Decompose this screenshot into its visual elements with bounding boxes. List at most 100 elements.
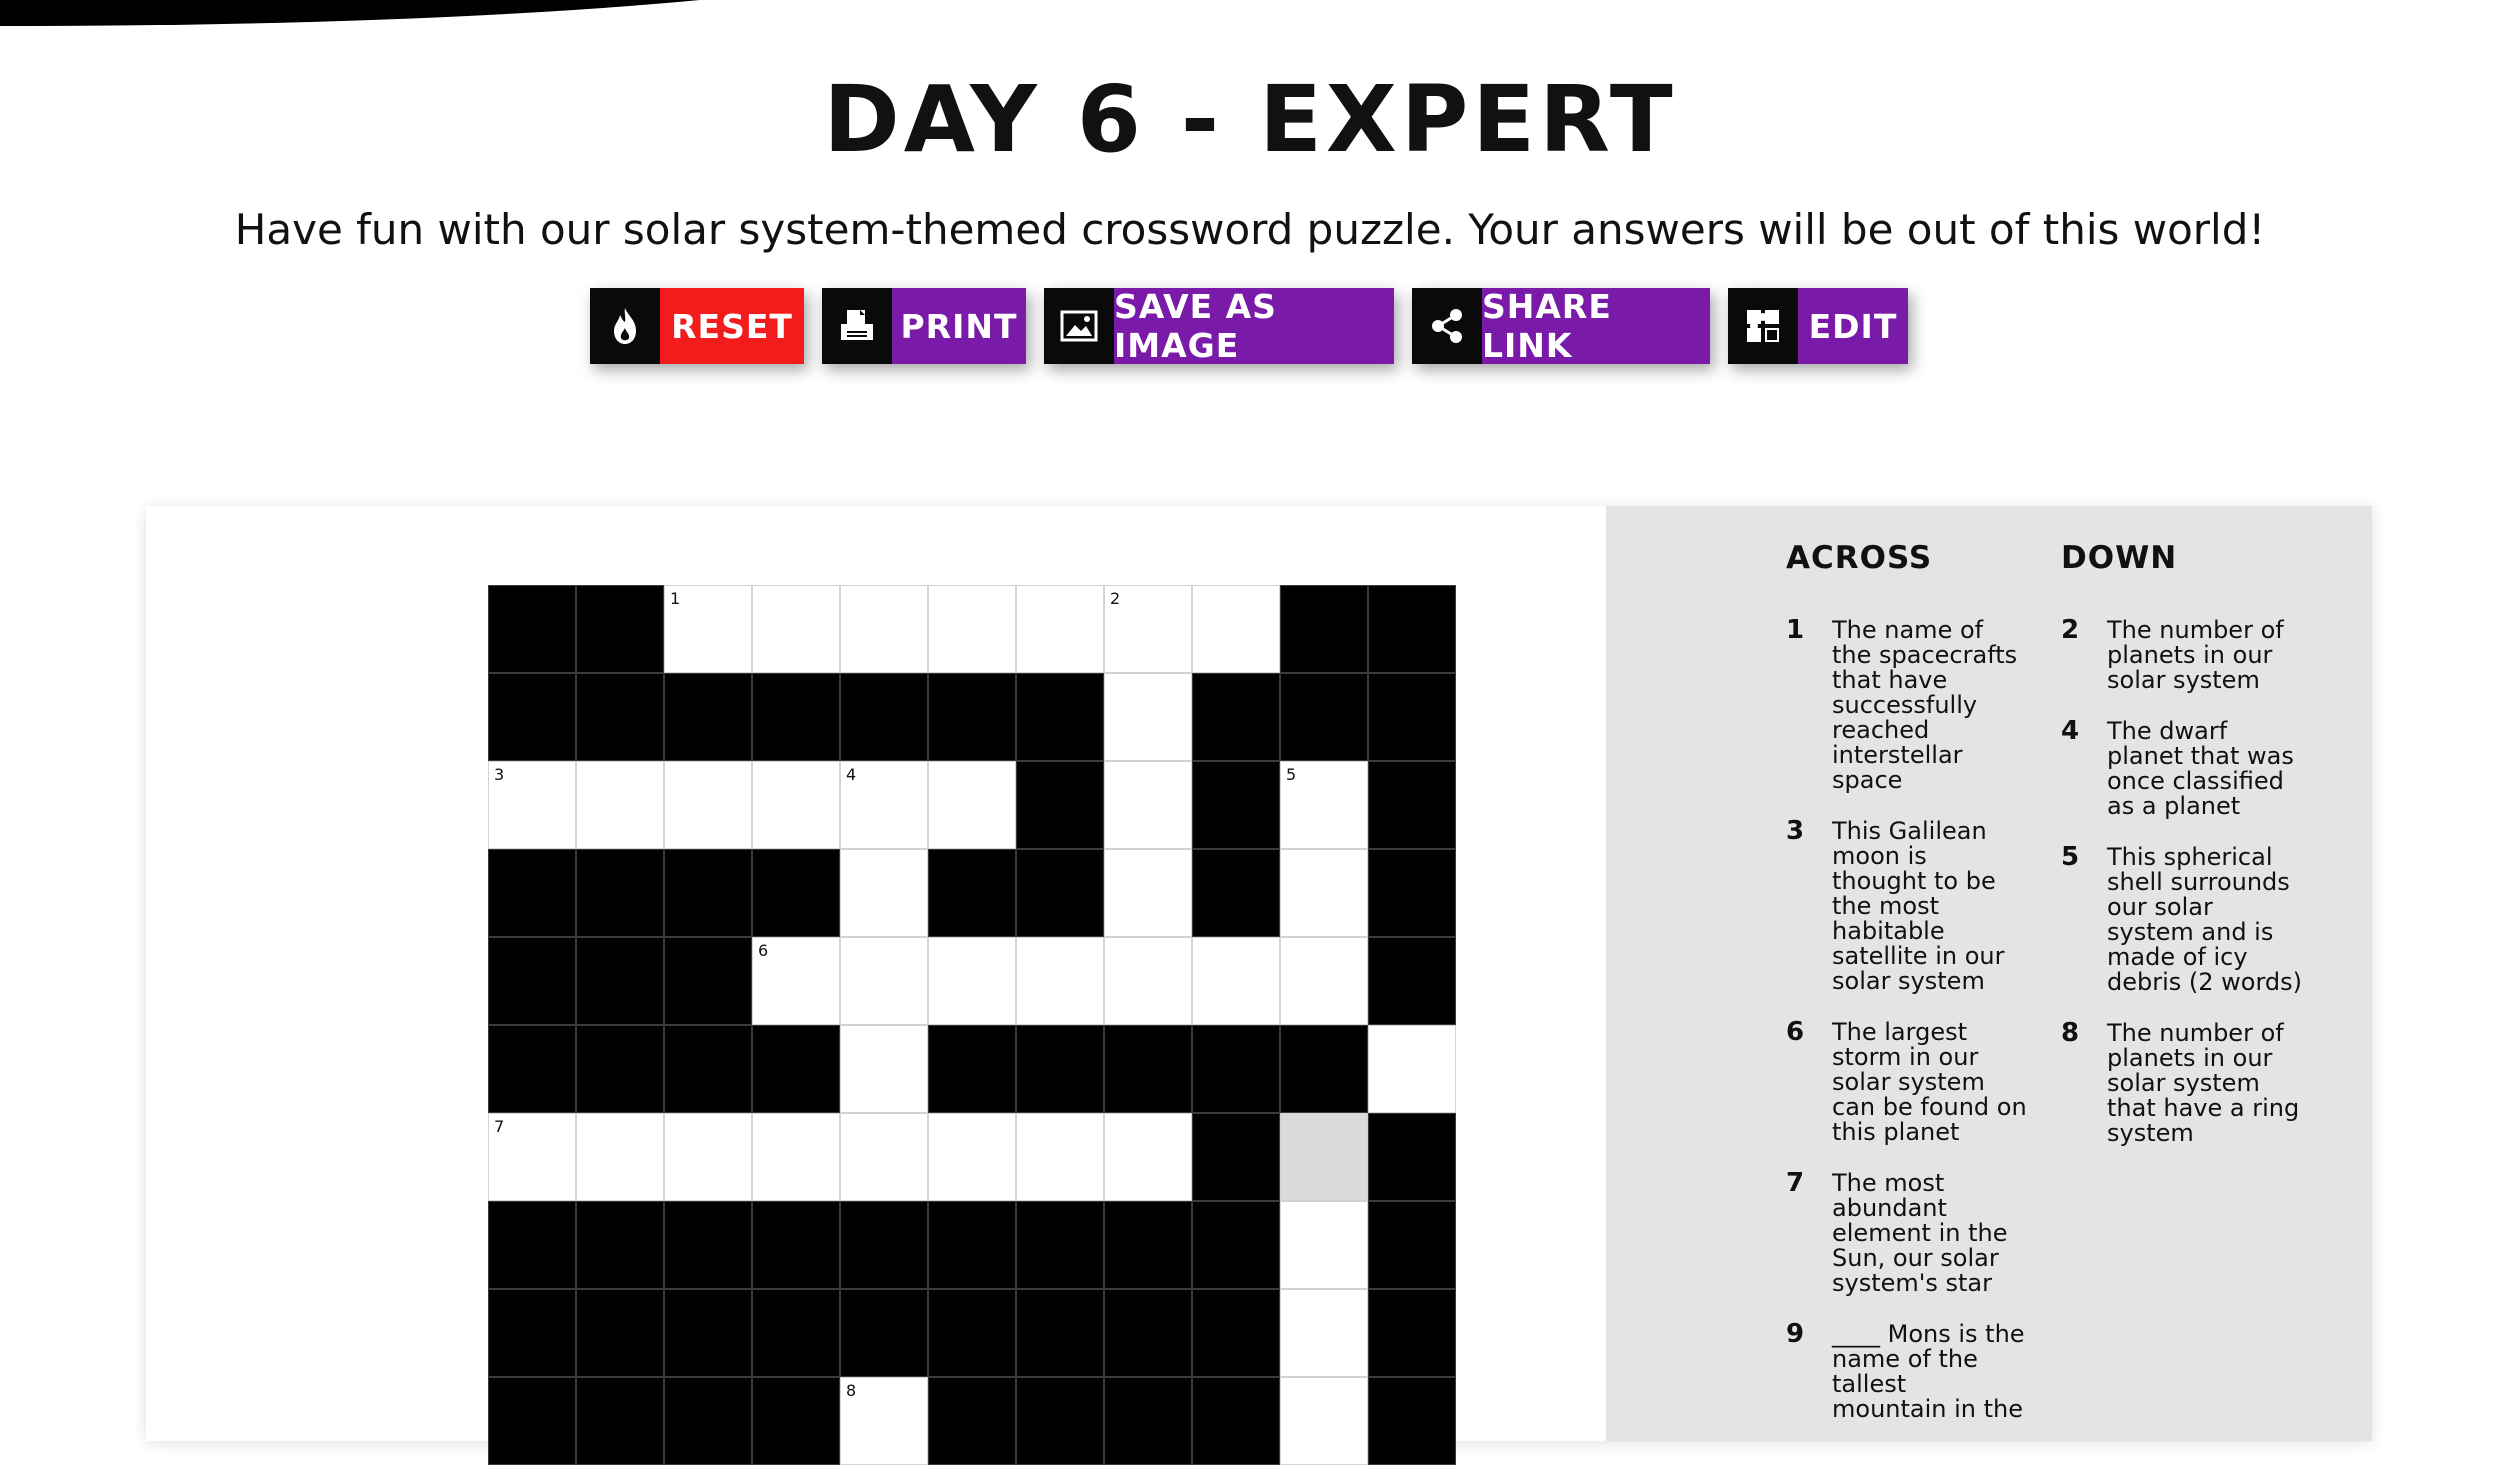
grid-cell-blocked (664, 1025, 752, 1113)
grid-cell[interactable] (1104, 849, 1192, 937)
clue-number: 5 (2061, 842, 2080, 872)
edit-button[interactable]: EDIT (1728, 288, 1908, 364)
clue-number: 8 (846, 1381, 857, 1400)
grid-cell-blocked (1368, 761, 1456, 849)
grid-cell-blocked (576, 673, 664, 761)
grid-cell[interactable] (1104, 1113, 1192, 1201)
clue-number: 4 (2061, 716, 2080, 746)
grid-cell[interactable] (928, 937, 1016, 1025)
save-as-image-button[interactable]: SAVE AS IMAGE (1044, 287, 1394, 365)
grid-cell-blocked (1368, 937, 1456, 1025)
grid-cell[interactable] (1280, 937, 1368, 1025)
grid-cell[interactable]: 6 (752, 937, 840, 1025)
grid-cell[interactable] (664, 761, 752, 849)
grid-cell[interactable]: 5 (1280, 761, 1368, 849)
edit-label: EDIT (1798, 288, 1908, 364)
grid-cell[interactable] (1280, 1201, 1368, 1289)
grid-cell[interactable] (752, 1113, 840, 1201)
grid-cell[interactable] (1368, 1025, 1456, 1113)
grid-cell-blocked (488, 585, 576, 673)
clues-panel: ACROSS 1 The name of the spacecrafts that… (1606, 506, 2372, 1441)
grid-cell-blocked (1280, 585, 1368, 673)
grid-cell-blocked (752, 1377, 840, 1465)
save-as-image-label: SAVE AS IMAGE (1114, 287, 1394, 365)
grid-cell-blocked (752, 1025, 840, 1113)
grid-cell[interactable] (928, 761, 1016, 849)
grid-cell[interactable]: 2 (1104, 585, 1192, 673)
clue-number: 1 (1786, 615, 1805, 645)
down-clue[interactable]: 5 This spherical shell surrounds our sola… (2061, 842, 2303, 995)
across-clue[interactable]: 9 ____ Mons is the name of the tallest mo… (1786, 1320, 2028, 1423)
grid-cell[interactable] (1280, 849, 1368, 937)
across-clue[interactable]: 3 This Galilean moon is thought to be the… (1786, 816, 2028, 994)
grid-cell[interactable]: 3 (488, 761, 576, 849)
toolbar: RESET PRINT SAVE AS IMAGE SHARE LINK EDI… (0, 287, 2500, 365)
down-clue[interactable]: 4 The dwarf planet that was once classifi… (2061, 716, 2303, 819)
reset-button[interactable]: RESET (590, 288, 804, 364)
share-link-button[interactable]: SHARE LINK (1412, 287, 1710, 365)
grid-cell[interactable]: 4 (840, 761, 928, 849)
print-button[interactable]: PRINT (822, 288, 1026, 364)
grid-cell[interactable] (1016, 585, 1104, 673)
clue-number: 1 (670, 589, 681, 608)
clue-number: 7 (494, 1117, 505, 1136)
grid-cell-blocked (1192, 761, 1280, 849)
down-clue[interactable]: 8 The number of planets in our solar syst… (2061, 1020, 2303, 1146)
grid-cell[interactable] (840, 937, 928, 1025)
clue-number: 2 (1110, 589, 1121, 608)
grid-cell-blocked (1368, 1113, 1456, 1201)
grid-cell[interactable] (1016, 1113, 1104, 1201)
grid-cell[interactable] (1104, 673, 1192, 761)
share-icon (1412, 288, 1482, 364)
grid-cell[interactable] (576, 761, 664, 849)
grid-cell-blocked (752, 1201, 840, 1289)
across-clue[interactable]: 1 The name of the spacecrafts that have s… (1786, 615, 2028, 794)
grid-cell[interactable]: 1 (664, 585, 752, 673)
grid-cell[interactable] (1104, 761, 1192, 849)
clue-number: 6 (1786, 1017, 1805, 1047)
grid-cell[interactable]: 7 (488, 1113, 576, 1201)
grid-cell[interactable] (576, 1113, 664, 1201)
grid-cell[interactable] (928, 1113, 1016, 1201)
grid-cell-blocked (576, 937, 664, 1025)
grid-cell[interactable] (1192, 585, 1280, 673)
grid-cell-blocked (1016, 673, 1104, 761)
grid-cell-blocked (928, 1289, 1016, 1377)
grid-cell[interactable] (752, 761, 840, 849)
grid-cell[interactable] (664, 1113, 752, 1201)
across-heading: ACROSS (1786, 540, 1933, 576)
clue-text: ____ Mons is the name of the tallest mou… (1832, 1320, 2025, 1423)
grid-cell-blocked (1104, 1025, 1192, 1113)
grid-cell[interactable] (1280, 1289, 1368, 1377)
grid-cell-blocked (928, 849, 1016, 937)
grid-cell-blocked (1192, 1201, 1280, 1289)
grid-cell-blocked (1368, 1377, 1456, 1465)
grid-cell[interactable] (1016, 937, 1104, 1025)
grid-cell[interactable] (1104, 937, 1192, 1025)
printer-icon (822, 288, 892, 364)
grid-cell-blocked (1016, 1377, 1104, 1465)
down-clue[interactable]: 2 The number of planets in our solar syst… (2061, 617, 2303, 693)
grid-cell-blocked (488, 1025, 576, 1113)
across-clue[interactable]: 7 The most abundant element in the Sun, o… (1786, 1169, 2028, 1297)
grid-cell[interactable] (840, 1025, 928, 1113)
grid-cell[interactable] (840, 585, 928, 673)
clue-text: The name of the spacecrafts that have su… (1832, 616, 2018, 794)
down-column: DOWN 2 The number of planets in our solar… (2061, 540, 2303, 1172)
clue-number: 3 (1786, 816, 1805, 846)
grid-cell[interactable] (1280, 1113, 1368, 1201)
grid-cell[interactable] (928, 585, 1016, 673)
grid-cell[interactable] (840, 1113, 928, 1201)
grid-cell[interactable] (840, 849, 928, 937)
grid-cell[interactable] (1192, 937, 1280, 1025)
grid-cell[interactable] (1280, 1377, 1368, 1465)
across-clue[interactable]: 6 The largest storm in our solar system c… (1786, 1017, 2028, 1145)
grid-cell-blocked (1280, 673, 1368, 761)
grid-cell[interactable] (752, 585, 840, 673)
grid-cell[interactable]: 8 (840, 1377, 928, 1465)
grid-cell-blocked (488, 1289, 576, 1377)
page-title: DAY 6 - EXPERT (823, 66, 1677, 173)
grid-cell-blocked (488, 1201, 576, 1289)
grid-cell-blocked (576, 1289, 664, 1377)
clue-text: The most abundant element in the Sun, ou… (1832, 1169, 2008, 1297)
